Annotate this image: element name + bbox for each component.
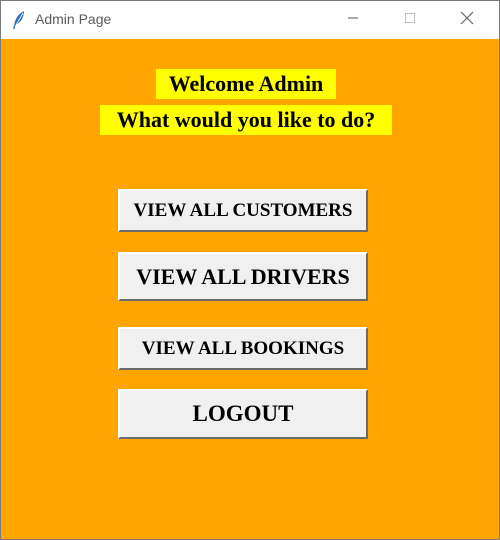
- maximize-button[interactable]: [387, 1, 433, 39]
- logout-button[interactable]: LOGOUT: [118, 389, 368, 439]
- welcome-label: Welcome Admin: [156, 69, 336, 99]
- view-all-drivers-button[interactable]: VIEW ALL DRIVERS: [118, 252, 368, 301]
- title-bar[interactable]: Admin Page: [1, 1, 499, 39]
- admin-window: Admin Page Welcome Admin What would you …: [0, 0, 500, 540]
- minimize-button[interactable]: [330, 1, 376, 39]
- close-button[interactable]: [444, 1, 490, 39]
- feather-icon: [11, 10, 27, 30]
- view-all-bookings-button[interactable]: VIEW ALL BOOKINGS: [118, 327, 368, 370]
- view-all-customers-button[interactable]: VIEW ALL CUSTOMERS: [118, 189, 368, 232]
- admin-panel: Welcome Admin What would you like to do?…: [1, 39, 499, 539]
- close-icon: [460, 11, 474, 30]
- minimize-icon: [347, 11, 359, 29]
- window-title: Admin Page: [35, 11, 112, 27]
- prompt-label: What would you like to do?: [100, 105, 392, 135]
- maximize-icon: [404, 11, 416, 29]
